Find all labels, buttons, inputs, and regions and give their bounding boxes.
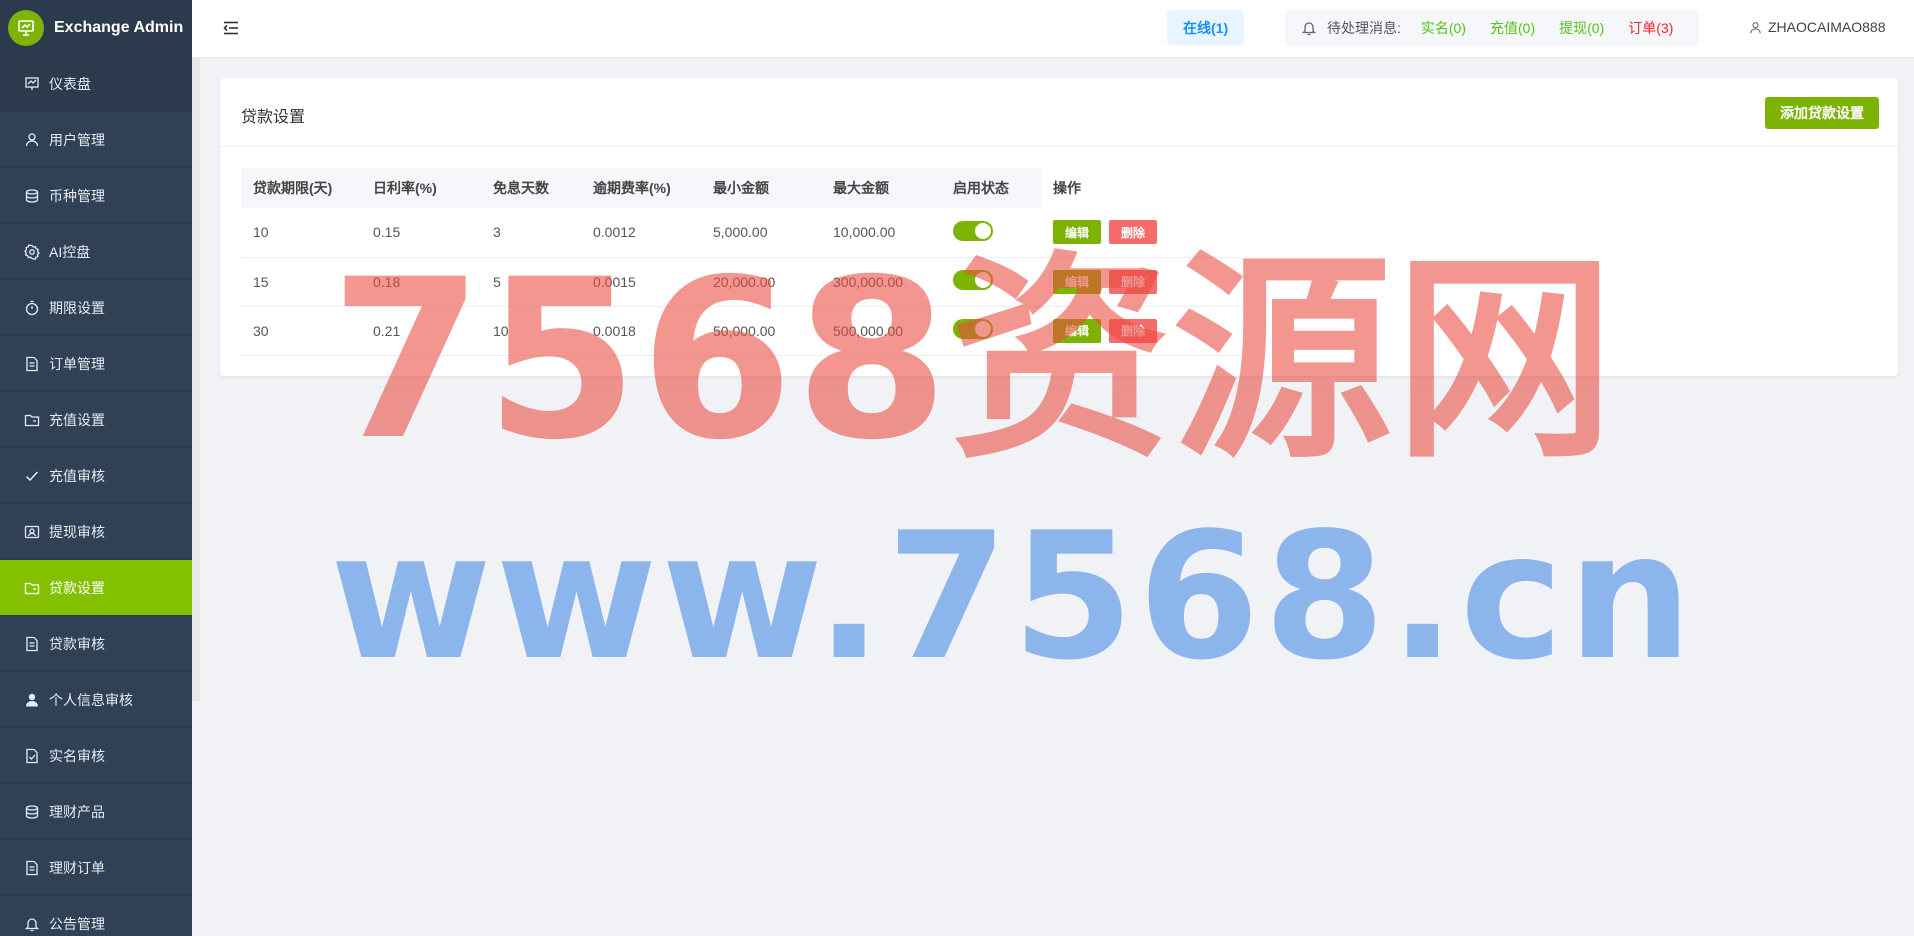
sidebar-item-label: 提现审核	[49, 523, 105, 540]
sidebar-item-wealth-orders[interactable]: 理财订单	[0, 840, 192, 896]
column-header-free-days: 免息天数	[481, 168, 581, 208]
sidebar-item-recharge-review[interactable]: 充值审核	[0, 448, 192, 504]
sidebar-item-label: 订单管理	[49, 355, 105, 372]
sidebar-item-label: 贷款设置	[49, 579, 105, 596]
column-header-term: 贷款期限(天)	[241, 168, 361, 208]
document-check-icon	[24, 748, 40, 764]
sidebar-item-announcements[interactable]: 公告管理	[0, 896, 192, 936]
sidebar-item-realname-review[interactable]: 实名审核	[0, 728, 192, 784]
column-header-actions: 操作	[1041, 168, 1241, 208]
brand-logo-icon	[8, 9, 44, 46]
sidebar-item-currency[interactable]: 币种管理	[0, 168, 192, 224]
column-header-daily-rate: 日利率(%)	[361, 168, 481, 208]
top-header: 在线(1) 待处理消息: 实名(0) 充值(0) 提现(0) 订单(3) ZHA…	[192, 0, 1914, 58]
brand[interactable]: Exchange Admin	[0, 0, 192, 56]
sidebar-item-profile-review[interactable]: 个人信息审核	[0, 672, 192, 728]
sidebar-item-label: 期限设置	[49, 299, 105, 316]
sidebar-item-label: 实名审核	[49, 747, 105, 764]
user-icon	[24, 132, 40, 148]
add-loan-setting-button[interactable]: 添加贷款设置	[1765, 97, 1879, 129]
sidebar-item-label: 仪表盘	[49, 75, 91, 92]
sidebar-scrollbar[interactable]	[192, 56, 200, 701]
timer-icon	[24, 300, 40, 316]
id-card-icon	[24, 524, 40, 540]
column-header-max-amount: 最大金额	[821, 168, 941, 208]
table-header-row: 贷款期限(天) 日利率(%) 免息天数 逾期费率(%) 最小金额 最大金额 启用…	[241, 168, 1241, 208]
database-icon	[24, 804, 40, 820]
pending-messages: 待处理消息: 实名(0) 充值(0) 提现(0) 订单(3)	[1285, 9, 1699, 47]
dashboard-icon	[24, 76, 40, 92]
sidebar-item-label: 理财产品	[49, 803, 105, 820]
sidebar-item-label: 贷款审核	[49, 635, 105, 652]
document-icon	[24, 636, 40, 652]
online-count: 在线(1)	[1183, 19, 1229, 36]
gear-icon	[24, 243, 40, 260]
column-header-overdue-rate: 逾期费率(%)	[581, 168, 701, 208]
folder-icon	[24, 412, 40, 428]
sidebar: Exchange Admin 仪表盘 用户管理 币种管理 AI控盘 期限设置 订…	[0, 0, 192, 936]
brand-title: Exchange Admin	[54, 18, 184, 36]
sidebar-item-label: 理财订单	[49, 859, 105, 876]
watermark-title: 7568资源网	[330, 232, 1617, 488]
sidebar-menu: 仪表盘 用户管理 币种管理 AI控盘 期限设置 订单管理 充值设置 充值审核 提…	[0, 56, 192, 936]
page-title: 贷款设置	[241, 109, 306, 126]
pending-withdraw-link[interactable]: 提现(0)	[1559, 18, 1604, 38]
username: ZHAOCAIMAO888	[1768, 19, 1886, 35]
sidebar-item-label: 个人信息审核	[49, 691, 133, 708]
sidebar-item-users[interactable]: 用户管理	[0, 112, 192, 168]
sidebar-item-term-settings[interactable]: 期限设置	[0, 280, 192, 336]
pending-orders-link[interactable]: 订单(3)	[1628, 18, 1673, 38]
document-icon	[24, 356, 40, 372]
user-menu[interactable]: ZHAOCAIMAO888	[1749, 19, 1885, 35]
pending-label: 待处理消息:	[1327, 20, 1401, 36]
database-icon	[24, 188, 40, 204]
sidebar-item-recharge-settings[interactable]: 充值设置	[0, 392, 192, 448]
folder-icon	[24, 580, 40, 596]
sidebar-item-loan-settings[interactable]: 贷款设置	[0, 560, 192, 616]
sidebar-item-label: 充值审核	[49, 467, 105, 484]
sidebar-item-dashboard[interactable]: 仪表盘	[0, 56, 192, 112]
sidebar-item-label: 充值设置	[49, 411, 105, 428]
column-header-min-amount: 最小金额	[701, 168, 821, 208]
sidebar-item-loan-review[interactable]: 贷款审核	[0, 616, 192, 672]
pending-recharge-link[interactable]: 充值(0)	[1490, 18, 1535, 38]
sidebar-item-label: 公告管理	[49, 915, 105, 932]
card-header: 贷款设置 添加贷款设置	[220, 78, 1898, 147]
sidebar-item-wealth-products[interactable]: 理财产品	[0, 784, 192, 840]
document-icon	[24, 860, 40, 876]
bell-icon	[1301, 22, 1317, 36]
watermark-url: www.7568.cn	[330, 496, 1697, 699]
sidebar-item-label: 币种管理	[49, 187, 105, 204]
menu-fold-icon[interactable]	[222, 19, 240, 37]
column-header-status: 启用状态	[941, 168, 1041, 208]
person-icon	[24, 692, 40, 708]
sidebar-item-orders[interactable]: 订单管理	[0, 336, 192, 392]
sidebar-item-ai-control[interactable]: AI控盘	[0, 224, 192, 280]
check-icon	[24, 468, 40, 484]
sidebar-item-withdraw-review[interactable]: 提现审核	[0, 504, 192, 560]
pending-realname-link[interactable]: 实名(0)	[1421, 18, 1466, 38]
sidebar-item-label: 用户管理	[49, 131, 105, 148]
online-badge[interactable]: 在线(1)	[1167, 10, 1245, 45]
sidebar-item-label: AI控盘	[49, 243, 91, 260]
user-icon	[1750, 21, 1761, 33]
bell-icon	[24, 916, 40, 932]
